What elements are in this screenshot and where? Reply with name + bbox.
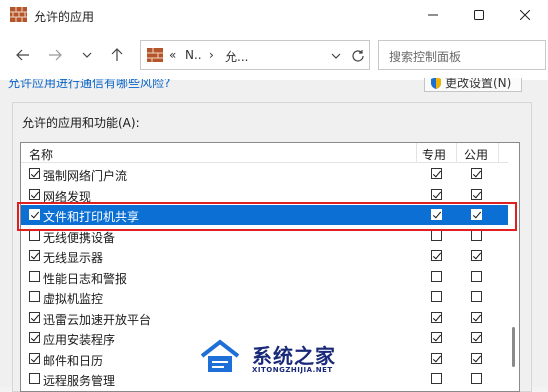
column-header-private[interactable]: 专用 [422,146,446,163]
private-checkbox[interactable] [431,168,442,179]
maximize-icon [474,10,484,20]
app-name: 虚拟机监控 [43,292,104,306]
table-row[interactable]: 无线显示器 [21,246,509,266]
breadcrumb-separator: › [209,48,214,62]
enable-checkbox[interactable] [29,311,40,323]
column-divider[interactable] [416,143,417,163]
watermark-subtitle: XITONGZHIJIA.NET [252,366,333,374]
title-bar: 允许的应用 [0,0,548,30]
table-row[interactable]: 性能日志和警报 [21,267,509,287]
enable-checkbox[interactable] [29,332,40,343]
breadcrumb[interactable]: « N.. › 允... [140,40,370,70]
private-checkbox[interactable] [431,250,442,261]
vertical-scrollbar[interactable] [508,143,519,391]
app-name: 无线便携设备 [43,230,116,245]
uac-shield-icon [431,78,441,89]
change-settings-button[interactable]: 更改设置(N) [424,78,522,92]
private-checkbox[interactable] [431,270,442,282]
change-settings-label: 更改设置(N) [445,78,512,90]
enable-checkbox[interactable] [29,168,40,179]
enable-checkbox[interactable] [29,229,40,241]
enable-checkbox[interactable] [29,270,40,282]
breadcrumb-overflow[interactable]: « [169,48,176,62]
arrow-up-icon [111,48,123,61]
private-checkbox[interactable] [431,352,442,364]
enable-checkbox[interactable] [29,250,40,261]
back-button[interactable] [12,44,34,66]
public-checkbox[interactable] [471,229,482,241]
maximize-button[interactable] [456,0,502,30]
app-name: 强制网络门户流 [43,169,128,183]
private-checkbox[interactable] [431,332,442,343]
highlight-annotation [17,202,517,231]
allowed-apps-label: 允许的应用和功能(A): [22,116,140,130]
app-name: 性能日志和警报 [43,271,128,286]
app-name: 应用安装程序 [43,333,116,347]
watermark: 系统之家 XITONGZHIJIA.NET [198,336,348,380]
public-checkbox[interactable] [471,291,482,302]
app-name: 无线显示器 [43,251,104,265]
minimize-icon [428,14,438,16]
column-divider[interactable] [498,143,499,163]
public-checkbox[interactable] [471,168,482,179]
minimize-button[interactable] [410,0,456,30]
up-button[interactable] [106,44,128,66]
scrollbar-thumb[interactable] [512,327,515,367]
arrow-right-icon [49,49,62,61]
refresh-icon[interactable] [351,49,365,63]
enable-checkbox[interactable] [29,352,40,364]
chevron-down-icon[interactable] [331,51,341,61]
app-name: 邮件和日历 [43,353,104,368]
close-icon [520,10,530,20]
public-checkbox[interactable] [471,352,482,364]
column-divider[interactable] [456,143,457,163]
table-row[interactable]: 强制网络门户流 [21,164,509,184]
public-checkbox[interactable] [471,188,482,200]
public-checkbox[interactable] [471,373,482,384]
firewall-icon [10,7,27,22]
chevron-down-icon [82,52,92,58]
firewall-icon [147,48,163,62]
public-checkbox[interactable] [471,332,482,343]
public-checkbox[interactable] [471,311,482,323]
watermark-title: 系统之家 [252,344,336,368]
private-checkbox[interactable] [431,373,442,384]
private-checkbox[interactable] [431,291,442,302]
search-placeholder: 搜索控制面板 [389,50,462,64]
breadcrumb-item-allowed-apps[interactable]: 允... [225,48,248,65]
table-row[interactable]: 虚拟机监控 [21,287,509,307]
list-header: 名称 专用 公用 [21,143,509,163]
enable-checkbox[interactable] [29,291,40,302]
enable-checkbox[interactable] [29,188,40,200]
house-logo-icon [200,339,240,372]
private-checkbox[interactable] [431,311,442,323]
arrow-left-icon [16,49,29,61]
forward-button[interactable] [44,44,66,66]
window-title: 允许的应用 [34,10,95,24]
breadcrumb-item-network[interactable]: N.. [185,48,202,62]
search-input[interactable]: 搜索控制面板 [378,40,546,70]
table-row[interactable]: 迅雷云加速开放平台 [21,308,509,328]
public-checkbox[interactable] [471,270,482,282]
private-checkbox[interactable] [431,188,442,200]
close-button[interactable] [502,0,548,30]
column-header-name[interactable]: 名称 [29,146,53,163]
app-name: 远程服务管理 [43,374,116,388]
risk-info-link[interactable]: 允许应用进行通信有哪些风险? [8,79,170,89]
app-name: 迅雷云加速开放平台 [43,312,152,327]
recent-dropdown-button[interactable] [76,44,98,66]
enable-checkbox[interactable] [29,373,40,384]
private-checkbox[interactable] [431,229,442,241]
public-checkbox[interactable] [471,250,482,261]
column-header-public[interactable]: 公用 [464,146,488,163]
